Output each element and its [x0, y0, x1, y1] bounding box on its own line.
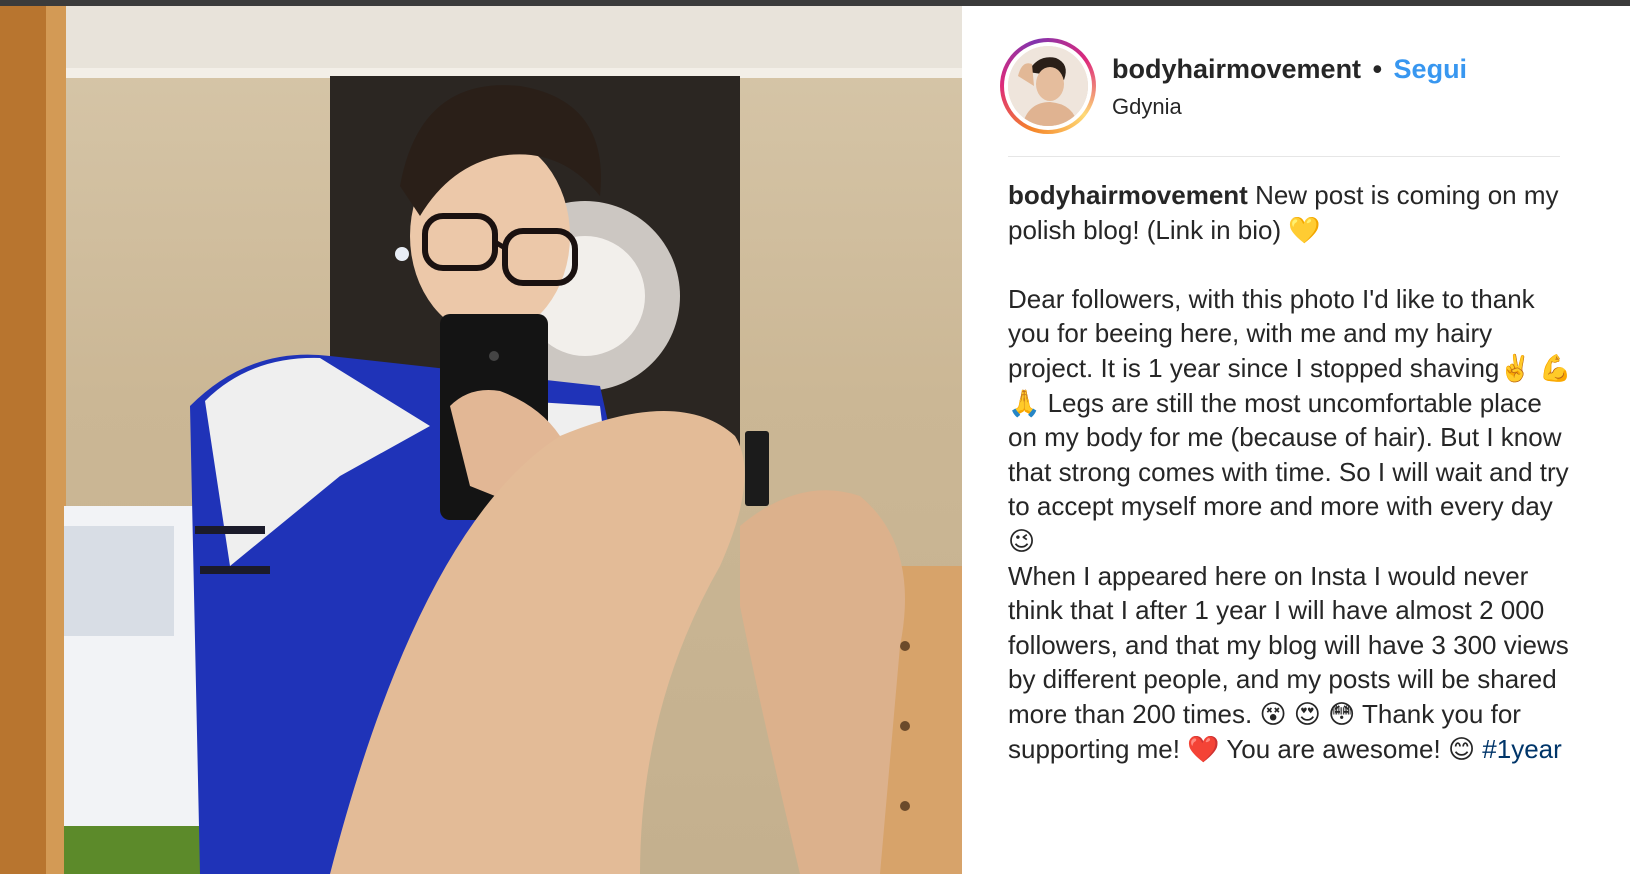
location-link[interactable]: Gdynia	[1112, 94, 1182, 120]
header-divider	[1008, 156, 1560, 157]
profile-avatar-icon[interactable]	[1008, 46, 1088, 126]
avatar-illustration	[1008, 46, 1088, 126]
hashtag-link[interactable]: #1year	[1482, 734, 1562, 764]
follow-button[interactable]: Segui	[1394, 54, 1468, 84]
selfie-illustration	[0, 6, 962, 874]
story-ring[interactable]	[1000, 38, 1096, 134]
post-details-panel: bodyhairmovement • Segui Gdynia bodyhair…	[962, 6, 1630, 874]
caption-first-line: bodyhairmovement New post is coming on m…	[1008, 178, 1574, 247]
header-username-row: bodyhairmovement • Segui	[1112, 54, 1467, 85]
post-caption: bodyhairmovement New post is coming on m…	[1008, 178, 1574, 766]
caption-paragraph-2: Dear followers, with this photo I'd like…	[1008, 283, 1572, 556]
post-header: bodyhairmovement • Segui Gdynia	[1000, 38, 1610, 138]
caption-paragraph-3: When I appeared here on Insta I would ne…	[1008, 559, 1574, 767]
caption-username-link[interactable]: bodyhairmovement	[1008, 180, 1248, 210]
username-link[interactable]: bodyhairmovement	[1112, 54, 1361, 84]
separator-dot: •	[1372, 54, 1383, 84]
post-photo[interactable]	[0, 6, 962, 874]
